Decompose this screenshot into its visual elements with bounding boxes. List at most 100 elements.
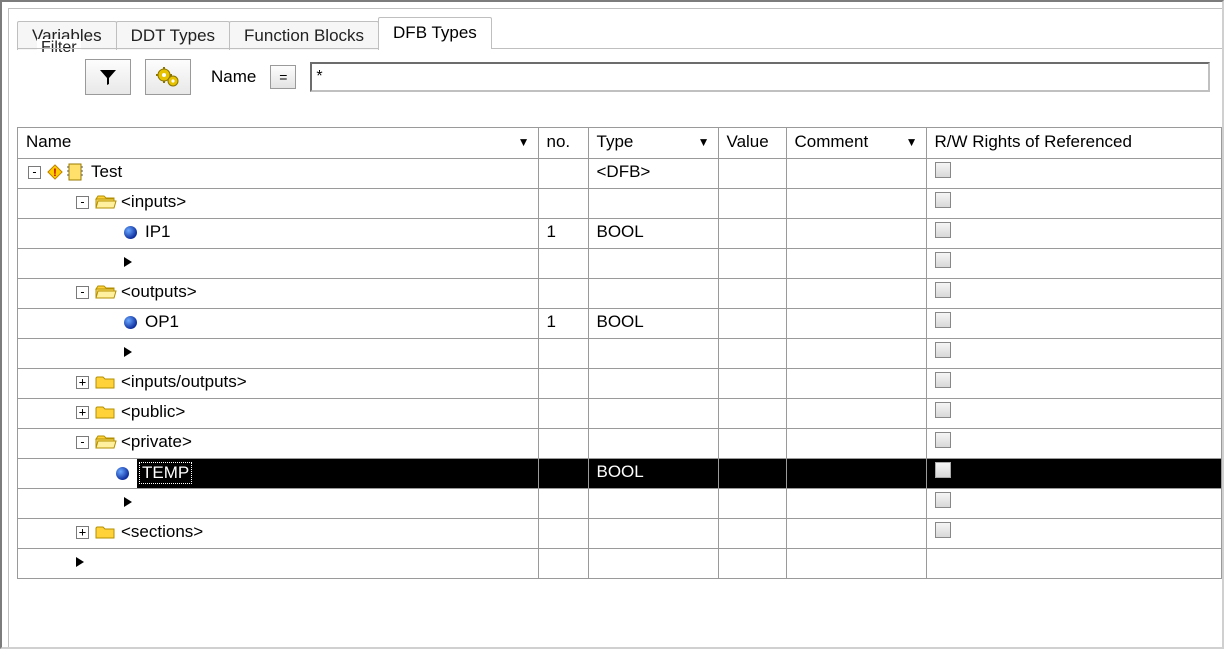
- cell-comment: [786, 398, 926, 428]
- node-label[interactable]: <public>: [121, 402, 185, 422]
- folder-closed-icon: [95, 374, 115, 390]
- cell-comment: [786, 458, 926, 488]
- column-header-type[interactable]: Type▼: [588, 128, 718, 158]
- collapse-button[interactable]: -: [76, 196, 89, 209]
- cell-no: [538, 278, 588, 308]
- cell-comment: [786, 488, 926, 518]
- chevron-down-icon: ▼: [698, 135, 710, 149]
- filter-operator-button[interactable]: =: [270, 65, 296, 89]
- filter-funnel-button[interactable]: [85, 59, 131, 95]
- cell-rw: [926, 338, 1222, 368]
- expand-button[interactable]: +: [76, 406, 89, 419]
- node-label[interactable]: Test: [91, 162, 122, 182]
- column-header-value[interactable]: Value: [718, 128, 786, 158]
- tab-strip: Variables DDT Types Function Blocks DFB …: [17, 17, 1222, 49]
- table-row[interactable]: - <inputs>: [18, 188, 1222, 218]
- cell-no: 1: [538, 218, 588, 248]
- rw-checkbox[interactable]: [935, 252, 951, 268]
- filter-input[interactable]: [312, 64, 1208, 90]
- rw-checkbox[interactable]: [935, 522, 951, 538]
- cell-rw: [926, 278, 1222, 308]
- cell-rw: [926, 248, 1222, 278]
- node-label[interactable]: TEMP: [139, 462, 192, 484]
- cell-rw: [926, 518, 1222, 548]
- cell-rw: [926, 548, 1222, 578]
- rw-checkbox[interactable]: [935, 432, 951, 448]
- expand-button[interactable]: +: [76, 376, 89, 389]
- cell-comment: [786, 188, 926, 218]
- filter-group: Filter Name =: [17, 48, 1222, 113]
- table-row[interactable]: [18, 488, 1222, 518]
- cell-no: [538, 248, 588, 278]
- table-row[interactable]: IP11BOOL: [18, 218, 1222, 248]
- insert-marker-icon: [124, 347, 132, 357]
- folder-open-icon: [95, 284, 115, 300]
- rw-checkbox[interactable]: [935, 282, 951, 298]
- column-header-rw[interactable]: R/W Rights of Referenced: [926, 128, 1222, 158]
- cell-no: [538, 188, 588, 218]
- filter-gears-button[interactable]: [145, 59, 191, 95]
- table-row[interactable]: + <sections>: [18, 518, 1222, 548]
- cell-comment: [786, 428, 926, 458]
- rw-checkbox[interactable]: [935, 372, 951, 388]
- cell-value: [718, 248, 786, 278]
- cell-type: [588, 428, 718, 458]
- rw-checkbox[interactable]: [935, 492, 951, 508]
- cell-value: [718, 548, 786, 578]
- cell-comment: [786, 218, 926, 248]
- collapse-button[interactable]: -: [76, 286, 89, 299]
- cell-value: [718, 308, 786, 338]
- rw-checkbox[interactable]: [935, 162, 951, 178]
- table-row[interactable]: + <inputs/outputs>: [18, 368, 1222, 398]
- table-row[interactable]: + <public>: [18, 398, 1222, 428]
- table-row[interactable]: OP11BOOL: [18, 308, 1222, 338]
- cell-comment: [786, 278, 926, 308]
- cell-value: [718, 488, 786, 518]
- cell-type: [588, 398, 718, 428]
- variable-dot-icon: [124, 226, 137, 239]
- node-label[interactable]: <outputs>: [121, 282, 197, 302]
- node-label[interactable]: IP1: [145, 222, 171, 242]
- folder-closed-icon: [95, 524, 115, 540]
- table-row[interactable]: TEMPBOOL: [18, 458, 1222, 488]
- table-row[interactable]: [18, 548, 1222, 578]
- rw-checkbox[interactable]: [935, 312, 951, 328]
- table-row[interactable]: - <private>: [18, 428, 1222, 458]
- column-header-no[interactable]: no.: [538, 128, 588, 158]
- node-label[interactable]: <sections>: [121, 522, 203, 542]
- cell-type: [588, 188, 718, 218]
- rw-checkbox[interactable]: [935, 462, 951, 478]
- cell-no: [538, 338, 588, 368]
- tab-ddt-types[interactable]: DDT Types: [116, 21, 230, 50]
- table-row[interactable]: - <outputs>: [18, 278, 1222, 308]
- table-row[interactable]: [18, 248, 1222, 278]
- rw-checkbox[interactable]: [935, 402, 951, 418]
- collapse-button[interactable]: -: [76, 436, 89, 449]
- table-row[interactable]: [18, 338, 1222, 368]
- tab-function-blocks[interactable]: Function Blocks: [229, 21, 379, 50]
- expand-button[interactable]: +: [76, 526, 89, 539]
- cell-rw: [926, 488, 1222, 518]
- cell-rw: [926, 398, 1222, 428]
- rw-checkbox[interactable]: [935, 342, 951, 358]
- chevron-down-icon: ▼: [906, 135, 918, 149]
- node-label[interactable]: <private>: [121, 432, 192, 452]
- cell-no: [538, 368, 588, 398]
- node-label[interactable]: OP1: [145, 312, 179, 332]
- rw-checkbox[interactable]: [935, 222, 951, 238]
- column-header-comment[interactable]: Comment▼: [786, 128, 926, 158]
- grid: Name▼ no. Type▼ Value Comment▼ R/W Right…: [17, 127, 1222, 579]
- cell-rw: [926, 458, 1222, 488]
- insert-marker-icon: [124, 257, 132, 267]
- cell-no: [538, 518, 588, 548]
- cell-no: [538, 398, 588, 428]
- rw-checkbox[interactable]: [935, 192, 951, 208]
- node-label[interactable]: <inputs/outputs>: [121, 372, 247, 392]
- cell-no: [538, 158, 588, 188]
- collapse-button[interactable]: -: [28, 166, 41, 179]
- column-header-name[interactable]: Name▼: [18, 128, 538, 158]
- cell-type: [588, 518, 718, 548]
- node-label[interactable]: <inputs>: [121, 192, 186, 212]
- tab-dfb-types[interactable]: DFB Types: [378, 17, 492, 49]
- table-row[interactable]: -Test<DFB>: [18, 158, 1222, 188]
